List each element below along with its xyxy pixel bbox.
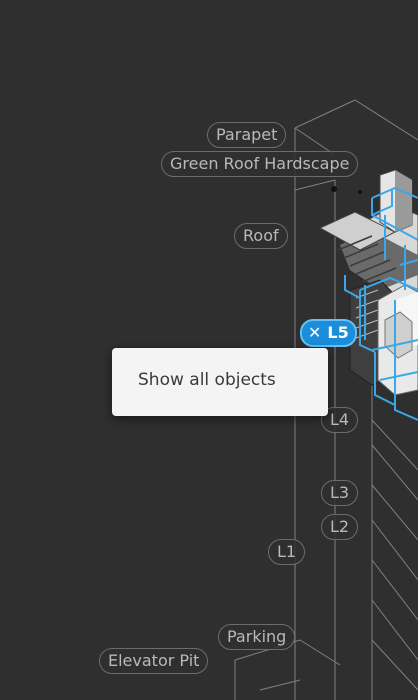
level-label-text: Elevator Pit: [108, 651, 200, 670]
level-label-parapet[interactable]: Parapet: [207, 122, 287, 148]
show-all-objects-menu-item[interactable]: Show all objects: [138, 370, 276, 390]
level-label-text: L3: [330, 483, 350, 502]
level-label-roof[interactable]: Roof: [234, 223, 288, 249]
level-label-elevator-pit[interactable]: Elevator Pit: [99, 648, 209, 674]
level-label-green-roof-hardscape[interactable]: Green Roof Hardscape: [161, 151, 359, 177]
level-label-text: Roof: [243, 226, 279, 245]
context-menu: Show all objects: [112, 348, 328, 416]
level-label-l2[interactable]: L2: [321, 514, 359, 540]
level-label-l3[interactable]: L3: [321, 480, 359, 506]
close-icon[interactable]: ✕: [308, 321, 321, 345]
level-label-text: L5: [327, 323, 349, 342]
level-label-text: Parapet: [216, 125, 278, 144]
level-label-text: Parking: [227, 627, 287, 646]
3d-viewport[interactable]: Parapet Green Roof Hardscape Roof ✕ L5 L4…: [0, 0, 418, 700]
level-label-text: L1: [277, 542, 297, 561]
level-label-parking[interactable]: Parking: [218, 624, 296, 650]
level-label-text: Green Roof Hardscape: [170, 154, 350, 173]
level-label-text: L2: [330, 517, 350, 536]
level-label-l1[interactable]: L1: [268, 539, 306, 565]
level-label-l5[interactable]: ✕ L5: [300, 319, 357, 347]
level-label-text: L4: [330, 410, 350, 429]
